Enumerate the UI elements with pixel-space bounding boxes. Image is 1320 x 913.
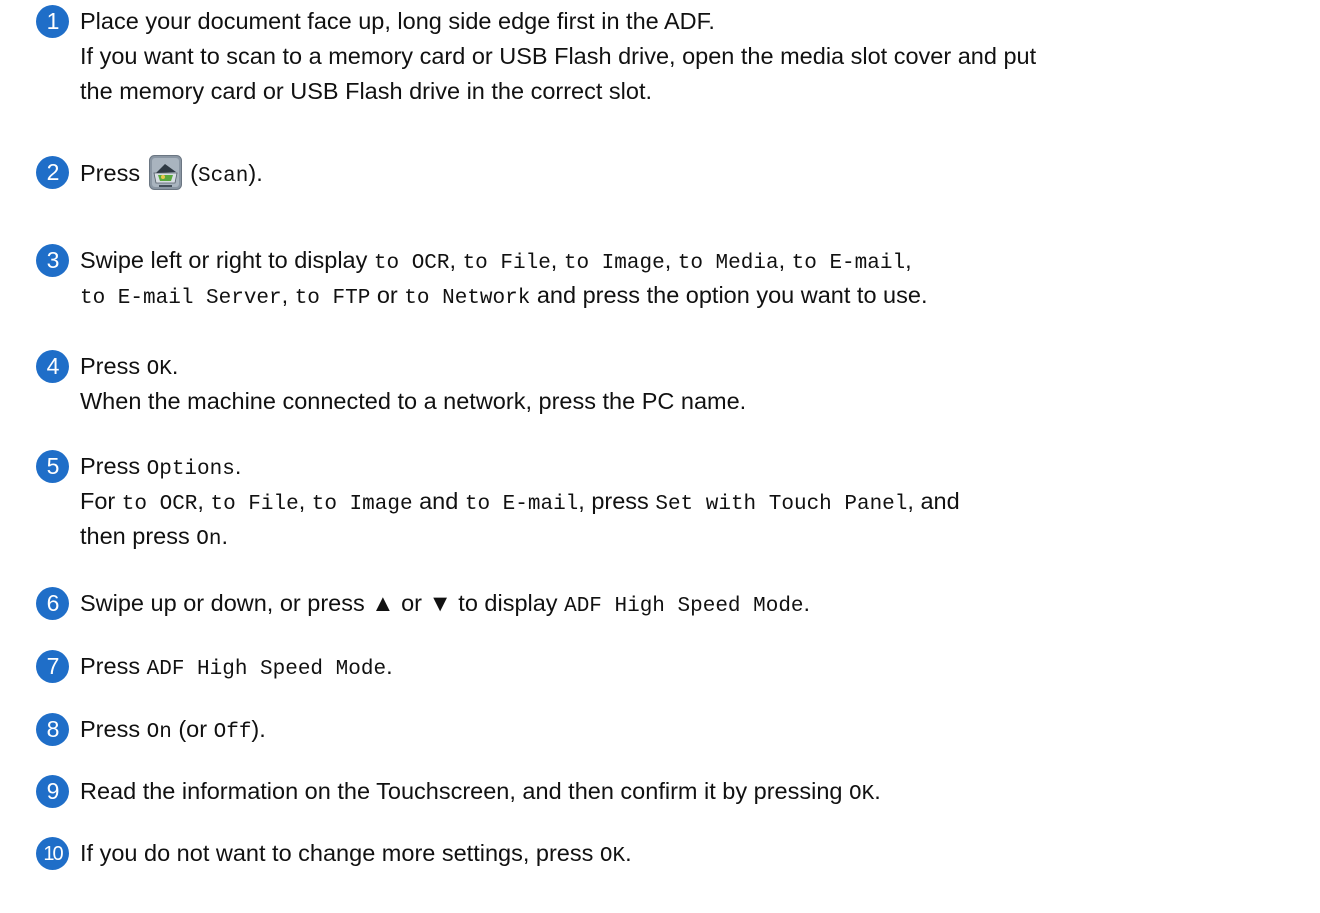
step-number: 10 [36, 837, 69, 870]
step-text: Press ADF High Speed Mode. [80, 653, 393, 681]
step-number: 3 [36, 244, 69, 277]
step-text: If you do not want to change more settin… [80, 840, 632, 868]
step-number: 4 [36, 350, 69, 383]
scan-icon [148, 155, 182, 190]
step-text: Swipe left or right to display to OCR, t… [80, 247, 928, 310]
step-number: 5 [36, 450, 69, 483]
step-text: Press OK. When the machine connected to … [80, 353, 747, 414]
step-number: 1 [36, 5, 69, 38]
step-number: 2 [36, 156, 69, 189]
step-text: Press (Scan). [80, 155, 1305, 190]
step-number: 9 [36, 775, 69, 808]
step-text: Swipe up or down, or press ▲ or ▼ to dis… [80, 590, 811, 618]
step-text: Press On (or Off). [80, 716, 266, 744]
step-text: Press Options. For to OCR, to File, to I… [80, 453, 960, 551]
step-number: 6 [36, 587, 69, 620]
step-text: Place your document face up, long side e… [80, 8, 1037, 104]
step-text: Read the information on the Touchscreen,… [80, 778, 881, 806]
step-number: 8 [36, 713, 69, 746]
step-number: 7 [36, 650, 69, 683]
